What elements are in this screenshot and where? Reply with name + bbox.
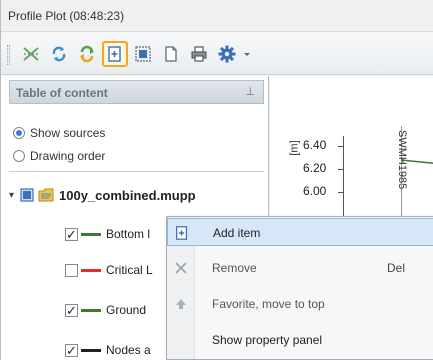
profile-icon	[23, 47, 39, 61]
tree-root-label: 100y_combined.mupp	[59, 187, 196, 203]
arrow-up-icon	[171, 294, 191, 314]
panel-title: Table of content	[16, 86, 108, 100]
folder-icon	[38, 188, 54, 202]
select-button[interactable]	[130, 41, 156, 67]
tree-root-item[interactable]: ▾ 100y_combined.mupp	[9, 184, 196, 206]
sync-icon	[80, 45, 94, 63]
y-tick	[338, 192, 343, 193]
layer-label: Bottom l	[106, 227, 151, 241]
layer-checkbox[interactable]: ✓	[65, 302, 78, 318]
select-icon	[135, 46, 151, 62]
option-label: Show sources	[30, 126, 106, 140]
window-title: Profile Plot (08:48:23)	[8, 9, 125, 23]
y-tick-label: 6.20	[303, 161, 327, 175]
add-item-icon	[108, 46, 121, 62]
menu-item-remove[interactable]: Remove Del	[167, 254, 433, 282]
remove-icon	[171, 258, 191, 278]
toolbar	[1, 33, 433, 75]
checkmark-icon: ✓	[66, 342, 77, 358]
menu-item-shortcut: Del	[387, 261, 406, 275]
refresh-button[interactable]	[46, 41, 72, 67]
menu-item-label: Favorite, move to top	[212, 297, 325, 311]
checkmark-icon: ✓	[66, 226, 77, 242]
y-tick	[338, 146, 343, 147]
option-drawing-order[interactable]: Drawing order	[13, 147, 105, 165]
station-label: SWMH1985	[396, 130, 408, 190]
layer-item-nodes[interactable]: ✓ Nodes a	[65, 339, 151, 360]
layer-checkbox[interactable]: ✓	[65, 226, 78, 242]
checkmark-icon: ✓	[66, 302, 77, 318]
menu-item-label: Remove	[212, 261, 257, 275]
print-icon	[191, 46, 207, 62]
sync-button[interactable]	[74, 41, 100, 67]
option-label: Drawing order	[30, 149, 106, 163]
settings-icon	[218, 45, 236, 63]
line-swatch	[81, 268, 101, 272]
y-axis-unit-label: [m]	[288, 140, 301, 156]
chevron-down-icon[interactable]: ▾	[9, 190, 14, 201]
settings-button[interactable]	[214, 41, 240, 67]
title-bar: Profile Plot (08:48:23)	[1, 0, 433, 32]
menu-item-label: Show property panel	[212, 333, 323, 347]
refresh-icon	[52, 46, 66, 62]
profile-button[interactable]	[18, 41, 44, 67]
toolbar-grip[interactable]	[7, 45, 10, 65]
layer-label: Ground	[106, 303, 147, 317]
option-show-sources[interactable]: Show sources	[13, 124, 105, 142]
menu-item-add-item[interactable]: Add item	[167, 218, 433, 246]
layer-label: Nodes a	[106, 343, 151, 357]
layer-item-ground[interactable]: ✓ Ground	[65, 299, 146, 321]
line-swatch	[81, 232, 101, 236]
add-item-button[interactable]	[102, 41, 128, 67]
pin-icon[interactable]: ⊥	[245, 85, 255, 98]
menu-item-favorite[interactable]: Favorite, move to top	[167, 290, 433, 318]
layer-label: Critical L	[106, 263, 153, 277]
radio-show-sources[interactable]	[13, 127, 25, 139]
chevron-down-icon	[244, 53, 250, 56]
layer-checkbox[interactable]: ✓	[65, 342, 78, 358]
line-swatch	[81, 308, 101, 312]
profile-plot-window: Profile Plot (08:48:23) Table of content…	[0, 0, 433, 360]
copy-icon	[165, 46, 177, 62]
radio-drawing-order[interactable]	[13, 150, 25, 162]
layer-item-bottom[interactable]: ✓ Bottom l	[65, 223, 150, 245]
context-menu: Add item Remove Del Favorite, move to to…	[166, 216, 433, 360]
layer-group-icon	[20, 188, 34, 202]
menu-item-label: Add item	[213, 226, 261, 240]
menu-item-show-property-panel[interactable]: Show property panel	[167, 326, 433, 354]
add-item-icon	[172, 223, 192, 243]
print-button[interactable]	[186, 41, 212, 67]
divider	[9, 171, 264, 172]
layer-checkbox[interactable]	[65, 263, 78, 277]
y-tick	[338, 169, 343, 170]
toolbar-overflow-button[interactable]	[239, 41, 255, 67]
y-tick-label: 6.40	[303, 138, 327, 152]
copy-button[interactable]	[158, 41, 184, 67]
line-swatch	[81, 348, 101, 352]
y-tick-label: 6.00	[303, 184, 327, 198]
panel-header: Table of content ⊥	[9, 80, 264, 104]
layer-item-critical[interactable]: Critical L	[65, 259, 153, 281]
